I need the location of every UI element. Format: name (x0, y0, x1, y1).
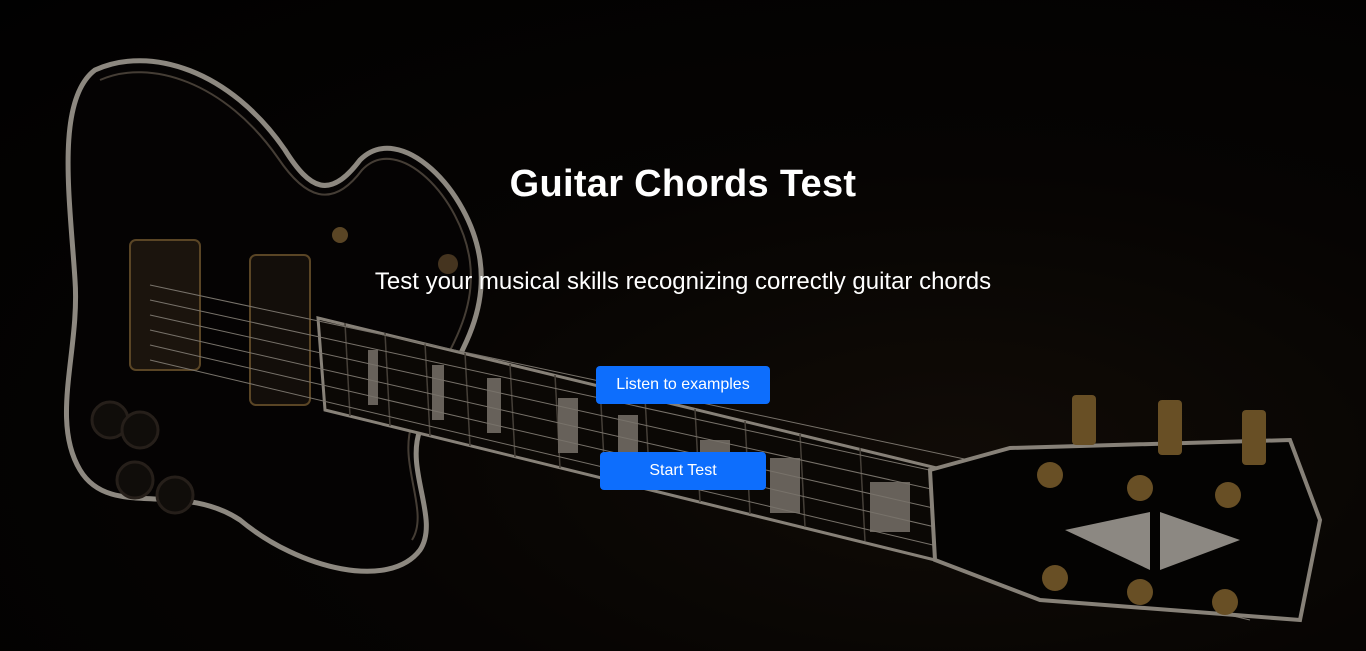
page-title: Guitar Chords Test (509, 163, 857, 205)
page-subtitle: Test your musical skills recognizing cor… (374, 268, 992, 295)
hero-section: Guitar Chords Test Test your musical ski… (0, 0, 1366, 651)
listen-to-examples-button[interactable]: Listen to examples (596, 366, 770, 404)
landing-page: Guitar Chords Test Test your musical ski… (0, 0, 1366, 651)
start-test-button[interactable]: Start Test (600, 452, 766, 490)
